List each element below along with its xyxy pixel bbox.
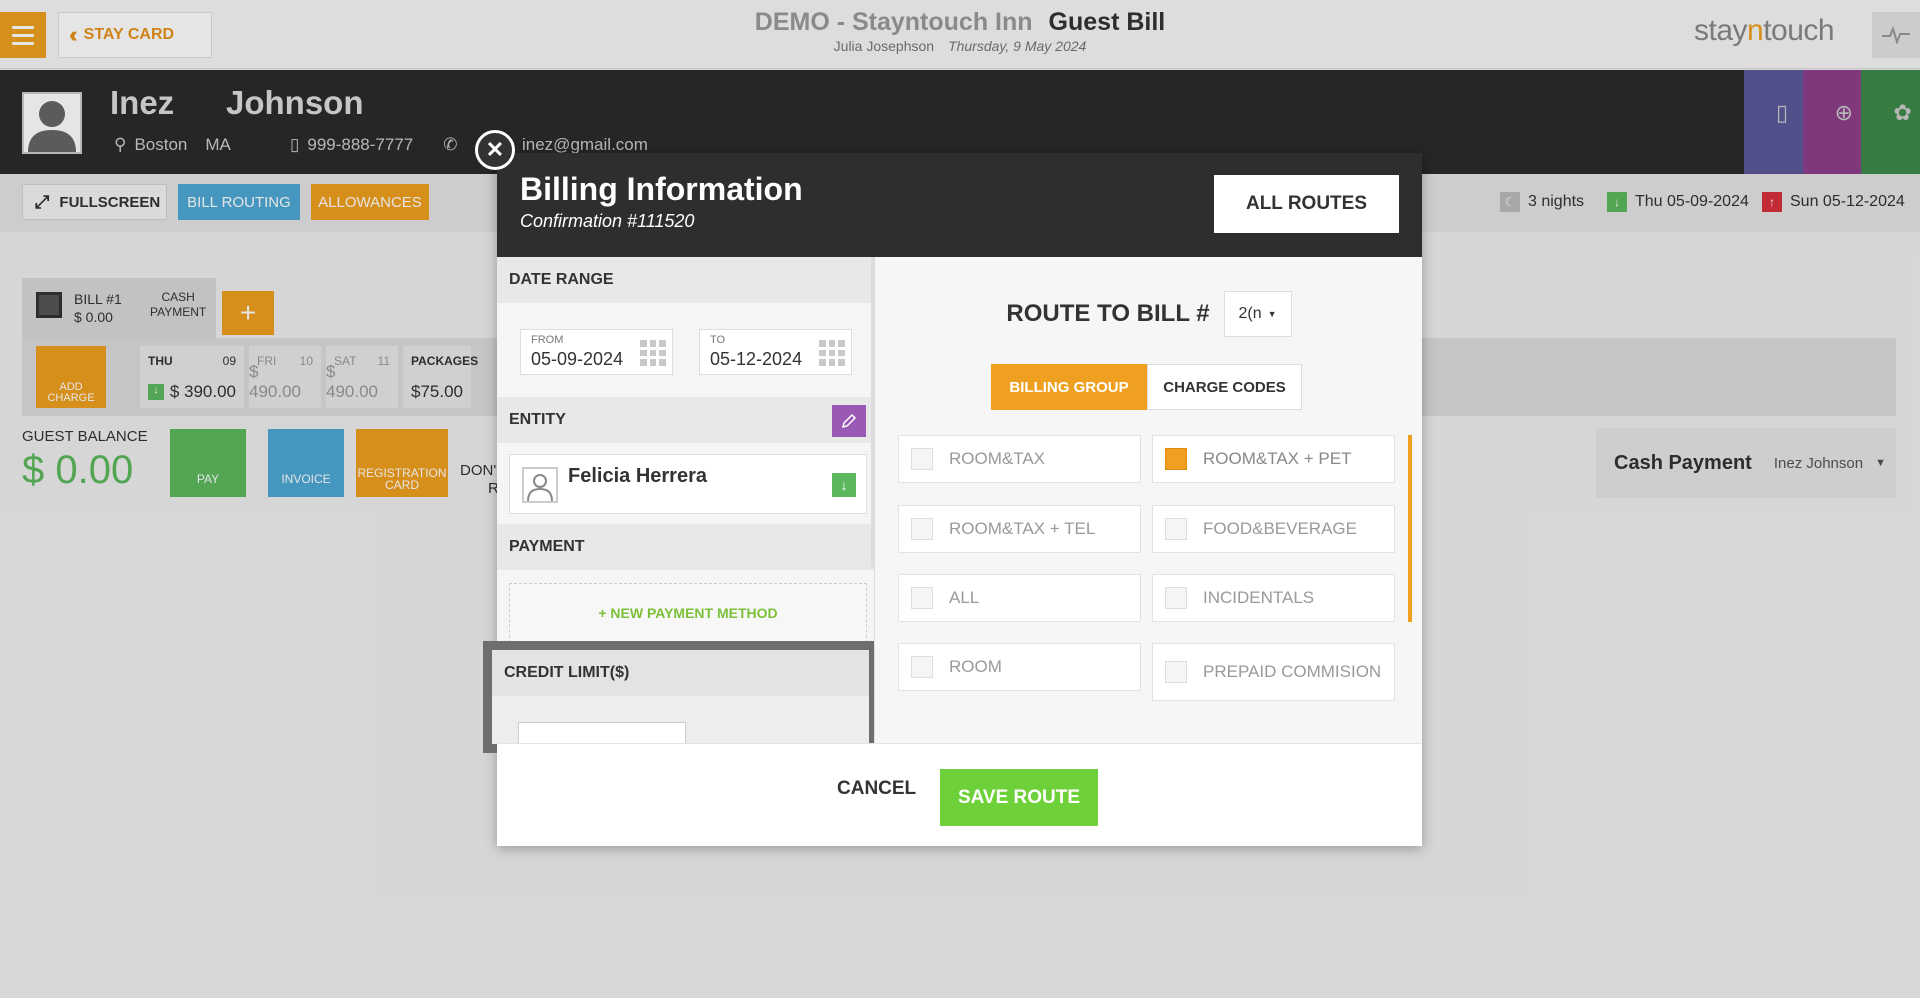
option-label: ROOM	[949, 657, 1002, 676]
new-payment-method-button[interactable]: + NEW PAYMENT METHOD	[509, 583, 867, 643]
person-icon	[522, 467, 558, 503]
checkbox[interactable]	[911, 656, 933, 678]
calendar-icon[interactable]	[640, 340, 666, 366]
billing-group-option[interactable]: PREPAID COMMISION	[1152, 643, 1395, 701]
option-label: PREPAID COMMISION	[1203, 662, 1382, 681]
billing-group-option[interactable]: FOOD&BEVERAGE	[1152, 505, 1395, 553]
from-label: FROM	[531, 334, 564, 346]
to-date-value: 05-12-2024	[710, 349, 803, 369]
charge-codes-tab[interactable]: CHARGE CODES	[1147, 364, 1302, 410]
billing-group-option[interactable]: ROOM&TAX + PET	[1152, 435, 1395, 483]
billing-group-option[interactable]: ROOM	[898, 643, 1141, 691]
confirmation-number: Confirmation #111520	[520, 211, 695, 231]
billing-information-modal: Billing Information Confirmation #111520…	[483, 153, 1422, 846]
from-date-value: 05-09-2024	[531, 349, 624, 369]
caret-down-icon: ▼	[1267, 309, 1277, 319]
option-label: ROOM&TAX	[949, 449, 1046, 468]
calendar-icon[interactable]	[819, 340, 845, 366]
checkbox[interactable]	[1165, 661, 1187, 683]
checkbox[interactable]	[911, 448, 933, 470]
billing-group-option[interactable]: ALL	[898, 574, 1141, 622]
option-label: ROOM&TAX + TEL	[949, 519, 1096, 538]
billing-group-option[interactable]: INCIDENTALS	[1152, 574, 1395, 622]
entity-card[interactable]: Felicia Herrera ↓	[509, 454, 867, 514]
checkbox[interactable]	[911, 518, 933, 540]
pencil-icon	[841, 413, 857, 429]
all-routes-button[interactable]: ALL ROUTES	[1214, 175, 1399, 233]
to-label: TO	[710, 334, 726, 346]
bill-number-select[interactable]: 2(n ▼	[1223, 291, 1292, 337]
option-label: INCIDENTALS	[1203, 588, 1315, 607]
billing-group-option[interactable]: ROOM&TAX	[898, 435, 1141, 483]
save-route-button[interactable]: SAVE ROUTE	[940, 769, 1098, 826]
billing-group-option[interactable]: ROOM&TAX + TEL	[898, 505, 1141, 553]
option-label: ALL	[949, 588, 980, 607]
checkbox[interactable]	[1165, 518, 1187, 540]
checkbox[interactable]	[911, 587, 933, 609]
billing-right-panel: ROUTE TO BILL # 2(n ▼ BILLING GROUP CHARG…	[874, 257, 1422, 743]
modal-title: Billing Information	[520, 171, 803, 207]
date-range-header: DATE RANGE	[497, 257, 874, 303]
to-date-field[interactable]: TO 05-12-2024	[699, 329, 852, 375]
credit-limit-header: CREDIT LIMIT($)	[492, 650, 869, 696]
payment-header: PAYMENT	[497, 524, 874, 570]
entity-name: Felicia Herrera	[568, 465, 707, 487]
modal-footer: CANCEL SAVE ROUTE	[497, 743, 1422, 846]
modal-header: Billing Information Confirmation #111520…	[497, 153, 1422, 257]
route-to-bill: ROUTE TO BILL # 2(n ▼	[875, 291, 1423, 337]
route-to-bill-label: ROUTE TO BILL #	[1006, 300, 1210, 327]
entity-header: ENTITY	[497, 397, 874, 443]
checkbox[interactable]	[1165, 587, 1187, 609]
option-label: FOOD&BEVERAGE	[1203, 519, 1357, 538]
close-icon[interactable]: ✕	[475, 130, 515, 170]
billing-group-tab[interactable]: BILLING GROUP	[991, 364, 1147, 410]
checkbox[interactable]	[1165, 448, 1187, 470]
bill-number-value: 2(n	[1238, 305, 1262, 322]
credit-limit-section: CREDIT LIMIT($)	[483, 641, 878, 753]
options-scrollbar[interactable]	[1408, 435, 1412, 622]
from-date-field[interactable]: FROM 05-09-2024	[520, 329, 673, 375]
option-label: ROOM&TAX + PET	[1203, 449, 1352, 468]
cancel-button[interactable]: CANCEL	[837, 778, 916, 800]
edit-entity-button[interactable]	[832, 405, 866, 437]
download-icon[interactable]: ↓	[832, 473, 856, 497]
